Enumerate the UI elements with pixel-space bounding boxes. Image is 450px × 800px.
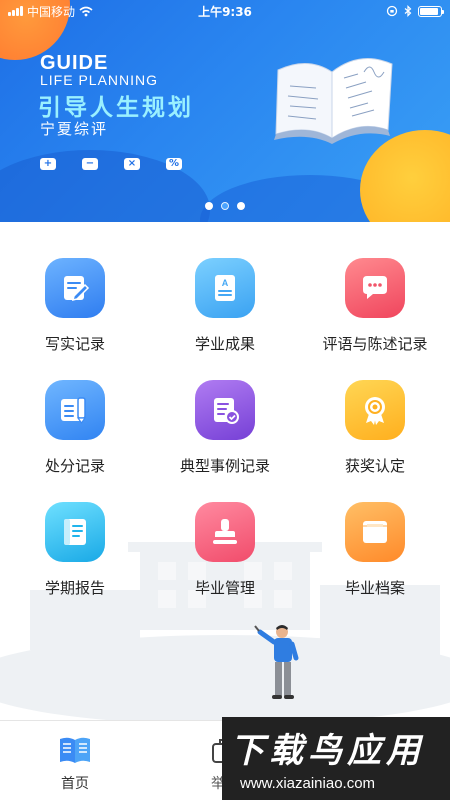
bluetooth-icon xyxy=(404,5,412,17)
percent-icon: % xyxy=(166,158,182,170)
tab-label: 首页 xyxy=(61,776,89,792)
document-a-icon[interactable]: A xyxy=(195,258,255,318)
grid-item-label: 毕业档案 xyxy=(344,579,405,597)
wifi-icon xyxy=(79,6,93,16)
grid-item-semester-report[interactable]: 学期报告 xyxy=(0,499,150,621)
math-symbols: + − × % xyxy=(40,158,182,170)
pagination-dot[interactable] xyxy=(205,202,213,210)
svg-text:A: A xyxy=(222,278,229,288)
grid-item-graduation-archive[interactable]: 毕业档案 xyxy=(300,499,450,621)
pen-list-icon[interactable] xyxy=(45,380,105,440)
promo-banner[interactable]: GUIDE LIFE PLANNING 引导人生规划 宁夏综评 + − × % xyxy=(0,0,450,222)
grid-item-award-certification[interactable]: 获奖认定 xyxy=(300,377,450,499)
grid-item-factual-record[interactable]: 写实记录 xyxy=(0,255,150,377)
grid-item-label: 学期报告 xyxy=(44,579,105,597)
clipboard-check-icon[interactable] xyxy=(195,380,255,440)
student-figure-illustration xyxy=(254,625,299,699)
grid-item-comments-statements[interactable]: 评语与陈述记录 xyxy=(300,255,450,377)
home-book-icon xyxy=(60,737,90,763)
watermark-title: 下载鸟应用 xyxy=(230,731,425,771)
battery-icon xyxy=(418,5,444,17)
grid-item-graduation-management[interactable]: 毕业管理 xyxy=(150,499,300,621)
grid-item-label: 处分记录 xyxy=(44,457,105,475)
site-watermark: 下载鸟应用 www.xiazainiao.com xyxy=(222,717,450,800)
archive-folder-icon[interactable] xyxy=(345,502,405,562)
banner-pagination xyxy=(0,202,450,210)
stamp-icon[interactable] xyxy=(195,502,255,562)
status-bar: 中国移动 上午9:36 xyxy=(0,0,450,22)
grid-item-label: 评语与陈述记录 xyxy=(322,335,428,353)
orientation-lock-icon xyxy=(386,5,398,17)
minus-icon: − xyxy=(82,158,98,170)
tab-home[interactable]: 首页 xyxy=(0,721,150,800)
grid-item-label: 学业成果 xyxy=(194,335,255,353)
chat-bubble-icon[interactable] xyxy=(345,258,405,318)
edit-note-icon[interactable] xyxy=(45,258,105,318)
grid-item-label: 获奖认定 xyxy=(344,457,405,475)
banner-subline: 宁夏综评 xyxy=(40,120,109,138)
grid-item-label: 写实记录 xyxy=(44,335,105,353)
grid-item-label: 毕业管理 xyxy=(194,579,255,597)
award-badge-icon[interactable] xyxy=(345,380,405,440)
grid-item-academic-results[interactable]: A 学业成果 xyxy=(150,255,300,377)
pagination-dot[interactable] xyxy=(237,202,245,210)
watermark-url: www.xiazainiao.com xyxy=(240,775,376,792)
function-grid: 写实记录 A 学业成果 评语与陈述记录 处分记录 典型事例记录 获奖认定 学期报… xyxy=(0,255,450,621)
banner-subtitle-en: LIFE PLANNING xyxy=(40,72,159,88)
pagination-dot-active[interactable] xyxy=(221,202,229,210)
grid-item-label: 典型事例记录 xyxy=(179,457,270,475)
grid-item-discipline-record[interactable]: 处分记录 xyxy=(0,377,150,499)
plus-icon: + xyxy=(40,158,56,170)
multiply-icon: × xyxy=(124,158,140,170)
report-book-icon[interactable] xyxy=(45,502,105,562)
grid-item-typical-cases[interactable]: 典型事例记录 xyxy=(150,377,300,499)
open-book-icon xyxy=(274,58,393,144)
carrier-name: 中国移动 xyxy=(27,4,76,19)
signal-icon xyxy=(8,6,23,16)
banner-headline: 引导人生规划 xyxy=(38,95,194,121)
